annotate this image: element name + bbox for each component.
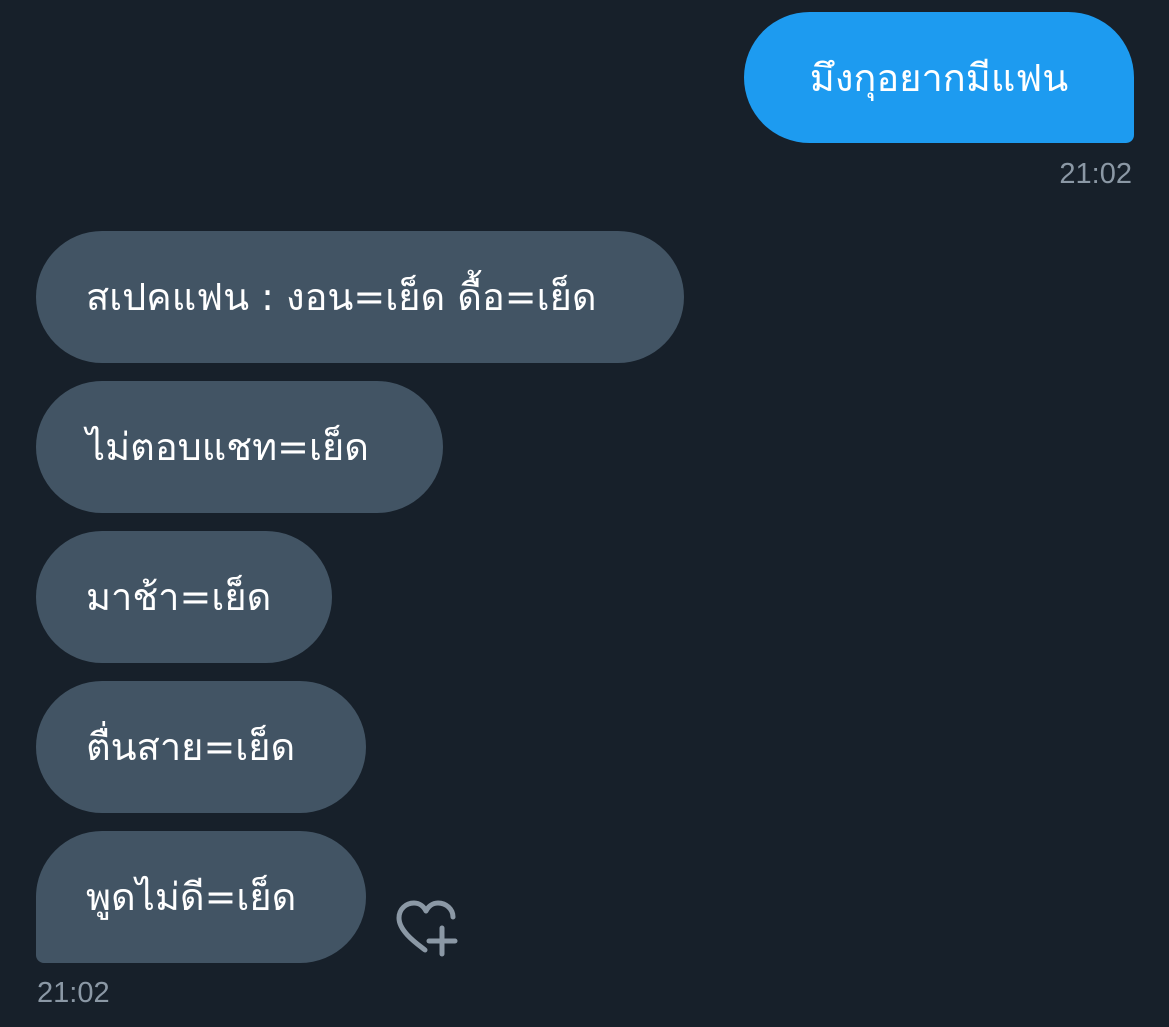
message-text: มึงกุอยากมีแฟน [809, 55, 1069, 100]
received-message-bubble[interactable]: ไม่ตอบแชท=เย็ด [36, 381, 443, 513]
message-text: มาช้า=เย็ด [86, 575, 272, 619]
received-message-bubble[interactable]: สเปคแฟน : งอน=เย็ด ดื้อ=เย็ด [36, 231, 684, 363]
message-text: สเปคแฟน : งอน=เย็ด ดื้อ=เย็ด [86, 275, 597, 319]
heart-plus-icon[interactable] [393, 898, 459, 958]
sent-message-bubble[interactable]: มึงกุอยากมีแฟน [744, 12, 1134, 143]
received-message-bubble[interactable]: ตื่นสาย=เย็ด [36, 681, 366, 813]
message-text: พูดไม่ดี=เย็ด [86, 875, 297, 919]
received-message-bubble[interactable]: พูดไม่ดี=เย็ด [36, 831, 366, 963]
received-message-timestamp: 21:02 [37, 977, 110, 1009]
message-text: ไม่ตอบแชท=เย็ด [86, 425, 369, 469]
received-message-bubble[interactable]: มาช้า=เย็ด [36, 531, 332, 663]
message-text: ตื่นสาย=เย็ด [86, 725, 296, 769]
sent-message-timestamp: 21:02 [1059, 158, 1132, 190]
